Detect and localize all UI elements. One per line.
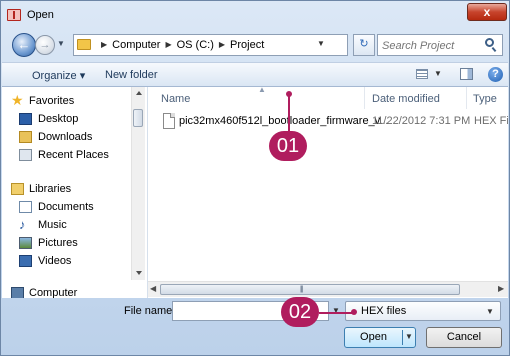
scroll-grip-icon: ||| xyxy=(300,286,304,293)
crumb-separator[interactable]: ▶ xyxy=(165,40,171,49)
file-row[interactable]: pic32mx460f512l_bootloader_firmware_v...… xyxy=(161,113,508,133)
scroll-up-icon[interactable] xyxy=(136,91,142,95)
file-date: 11/22/2012 7:31 PM xyxy=(372,115,471,127)
column-divider[interactable] xyxy=(466,87,467,109)
search-icon[interactable] xyxy=(485,38,494,47)
window-title: Open xyxy=(27,9,54,21)
sort-indicator-icon: ▲ xyxy=(258,87,266,94)
music-icon: ♪ xyxy=(19,217,26,232)
column-divider[interactable] xyxy=(364,87,365,109)
views-icon[interactable] xyxy=(416,69,428,79)
column-header-date[interactable]: Date modified xyxy=(372,93,440,105)
app-icon xyxy=(7,9,21,21)
nav-scrollbar[interactable] xyxy=(131,87,145,280)
scroll-down-icon[interactable] xyxy=(136,271,142,275)
breadcrumb-computer[interactable]: Computer xyxy=(112,39,160,51)
scroll-left-icon[interactable]: ◀ xyxy=(150,284,156,293)
callout-02: 02 xyxy=(281,297,319,327)
nav-label: Music xyxy=(38,219,67,231)
documents-icon xyxy=(19,201,32,213)
help-icon[interactable]: ? xyxy=(488,67,503,82)
nav-label: Desktop xyxy=(38,113,79,125)
libraries-icon xyxy=(11,183,24,195)
close-button[interactable]: x xyxy=(467,3,507,21)
nav-label: Favorites xyxy=(29,95,75,107)
nav-label: Videos xyxy=(38,255,72,267)
nav-label: Pictures xyxy=(38,237,78,249)
back-arrow-icon[interactable]: ← xyxy=(12,33,36,57)
file-type-filter-value: HEX files xyxy=(361,305,407,317)
nav-label: Downloads xyxy=(38,131,93,143)
file-type: HEX File xyxy=(474,115,508,127)
folder-icon xyxy=(77,39,91,50)
callout-leader-line xyxy=(288,94,290,134)
horizontal-scrollbar[interactable]: ◀ ||| ▶ xyxy=(148,281,508,297)
computer-icon xyxy=(11,287,24,298)
navigation-pane: ★ Favorites Desktop Downloads Recent Pla… xyxy=(2,87,148,298)
preview-pane-icon[interactable] xyxy=(460,68,473,80)
breadcrumb-drive[interactable]: OS (C:) xyxy=(177,39,214,51)
videos-icon xyxy=(19,255,32,267)
file-list: Name ▲ Date modified Type pic32mx460f512… xyxy=(148,87,508,298)
open-button[interactable]: Open ▼ xyxy=(344,327,416,348)
column-header-name[interactable]: Name xyxy=(161,93,190,105)
address-bar[interactable]: ▶ Computer ▶ OS (C:) ▶ Project ▼ xyxy=(73,34,348,56)
callout-01: 01 xyxy=(269,131,307,161)
nav-scroll-thumb[interactable] xyxy=(133,109,143,127)
star-icon: ★ xyxy=(11,92,24,108)
open-dialog-window: Open x ← → ▼ ▶ Computer ▶ OS (C:) ▶ Project ▼… xyxy=(0,0,510,356)
file-name-dropdown[interactable]: ▼ xyxy=(328,301,344,321)
open-options-dropdown[interactable]: ▼ xyxy=(405,327,413,346)
search-input[interactable] xyxy=(380,37,484,55)
callout-leader-line xyxy=(319,312,354,314)
breadcrumb-project[interactable]: Project xyxy=(230,39,264,51)
file-name-label: File name: xyxy=(124,305,176,317)
cancel-button[interactable]: Cancel xyxy=(426,327,502,348)
column-header-type[interactable]: Type xyxy=(473,93,497,105)
recent-places-icon xyxy=(19,149,32,161)
file-type-filter[interactable]: HEX files ▼ xyxy=(345,301,501,321)
scroll-right-icon[interactable]: ▶ xyxy=(498,284,504,293)
forward-arrow-icon[interactable]: → xyxy=(35,35,55,55)
desktop-icon xyxy=(19,113,32,125)
title-bar[interactable]: Open x xyxy=(1,1,509,29)
open-button-label: Open xyxy=(360,331,387,343)
breadcrumb: ▶ Computer ▶ OS (C:) ▶ Project xyxy=(96,39,264,51)
command-bar: Organize ▾ New folder ▼ ? xyxy=(2,62,508,87)
horizontal-scroll-thumb[interactable]: ||| xyxy=(160,284,460,295)
nav-label: Recent Places xyxy=(38,149,109,161)
nav-label: Documents xyxy=(38,201,94,213)
search-box[interactable] xyxy=(377,34,503,56)
file-name: pic32mx460f512l_bootloader_firmware_v... xyxy=(179,115,389,127)
nav-label: Libraries xyxy=(29,183,72,195)
views-dropdown[interactable]: ▼ xyxy=(434,69,442,78)
address-dropdown[interactable]: ▼ xyxy=(317,39,325,48)
crumb-separator[interactable]: ▶ xyxy=(219,40,225,49)
chevron-down-icon: ▼ xyxy=(486,307,494,316)
button-divider xyxy=(402,330,403,345)
nav-label: Computer xyxy=(29,287,78,298)
pictures-icon xyxy=(19,237,32,249)
organize-button[interactable]: Organize ▾ xyxy=(32,69,85,82)
recent-locations-dropdown[interactable]: ▼ xyxy=(57,39,65,48)
downloads-icon xyxy=(19,131,32,143)
callout-pointer-dot xyxy=(351,309,357,315)
refresh-icon[interactable]: ↻ xyxy=(353,34,375,56)
new-folder-button[interactable]: New folder xyxy=(105,69,158,81)
crumb-separator[interactable]: ▶ xyxy=(101,40,107,49)
file-icon xyxy=(163,113,175,129)
